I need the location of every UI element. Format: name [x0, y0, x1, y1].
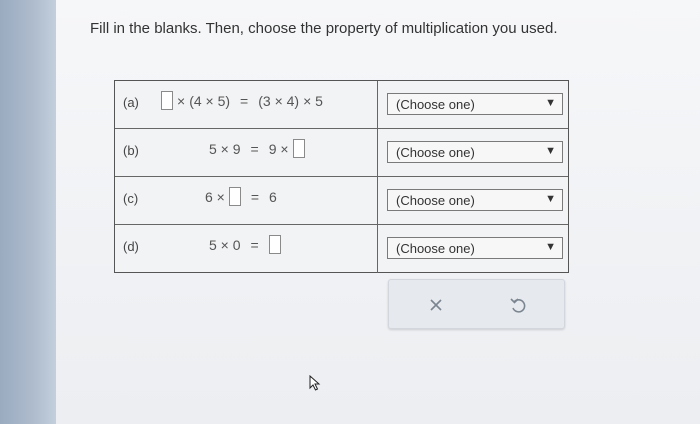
chevron-down-icon: ▼ [545, 97, 556, 109]
expression-d: 5 × 0 = [209, 235, 281, 254]
column-divider [377, 177, 378, 224]
answer-blank-c[interactable] [228, 187, 241, 206]
row-label: (d) [123, 239, 139, 254]
answer-blank-b[interactable] [292, 139, 305, 158]
expression-a: × (4 × 5) = (3 × 4) × 5 [161, 91, 323, 110]
question-table: (a) × (4 × 5) = (3 × 4) × 5 (Choose one)… [114, 80, 569, 273]
row-label: (b) [123, 143, 139, 158]
column-divider [377, 81, 378, 128]
undo-button[interactable] [503, 290, 533, 320]
property-select-d[interactable]: (Choose one) ▼ [387, 237, 563, 259]
column-divider [377, 129, 378, 176]
action-panel [388, 279, 565, 329]
answer-blank-d[interactable] [268, 235, 281, 254]
column-divider [377, 225, 378, 273]
instructions-text: Fill in the blanks. Then, choose the pro… [90, 20, 558, 37]
mouse-pointer-icon [309, 375, 321, 391]
property-select-c[interactable]: (Choose one) ▼ [387, 189, 563, 211]
undo-icon [510, 298, 526, 313]
question-row-d: (d) 5 × 0 = (Choose one) ▼ [115, 225, 568, 273]
main-content: Fill in the blanks. Then, choose the pro… [56, 0, 700, 424]
chevron-down-icon: ▼ [545, 241, 556, 253]
clear-button[interactable] [421, 290, 451, 320]
question-row-c: (c) 6 × = 6 (Choose one) ▼ [115, 177, 568, 225]
close-icon [430, 299, 442, 311]
expression-c: 6 × = 6 [205, 187, 277, 206]
expression-b: 5 × 9 = 9 × [209, 139, 305, 158]
question-row-b: (b) 5 × 9 = 9 × (Choose one) ▼ [115, 129, 568, 177]
property-select-a[interactable]: (Choose one) ▼ [387, 93, 563, 115]
question-row-a: (a) × (4 × 5) = (3 × 4) × 5 (Choose one)… [115, 81, 568, 129]
row-label: (a) [123, 95, 139, 110]
chevron-down-icon: ▼ [545, 193, 556, 205]
answer-blank-a[interactable] [161, 91, 173, 110]
left-edge-strip [0, 0, 56, 424]
property-select-b[interactable]: (Choose one) ▼ [387, 141, 563, 163]
chevron-down-icon: ▼ [545, 145, 556, 157]
row-label: (c) [123, 191, 139, 206]
